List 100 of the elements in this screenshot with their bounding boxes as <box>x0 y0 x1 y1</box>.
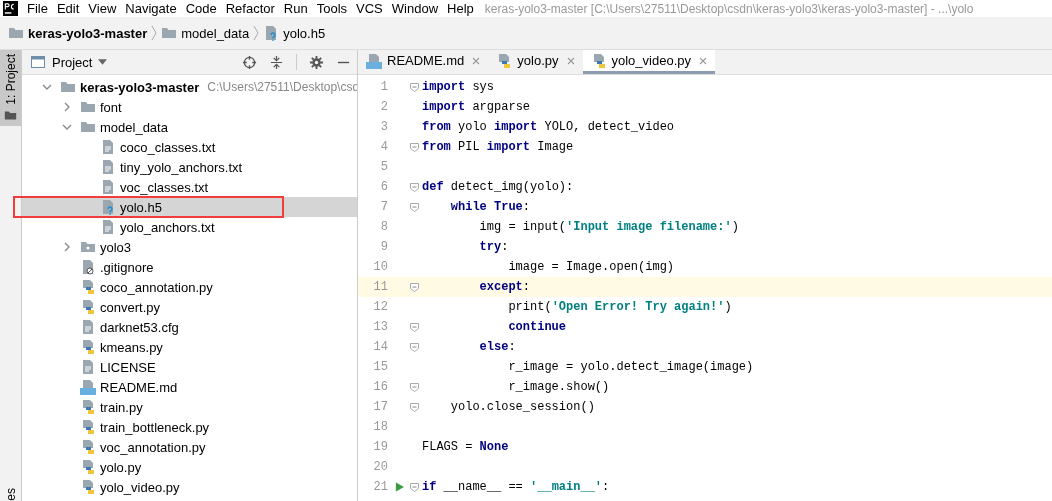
tree-item[interactable]: yolo_video.py <box>22 477 357 497</box>
code-line: from yolo import YOLO, detect_video <box>422 120 675 134</box>
unknown-file-icon <box>100 199 116 215</box>
code-line: print('Open Error! Try again!') <box>507 300 732 314</box>
menu-item[interactable]: Refactor <box>225 1 275 16</box>
menu-item[interactable]: Navigate <box>125 1 177 16</box>
file-name: README.md <box>100 379 178 395</box>
text-file-icon <box>80 319 96 335</box>
fold-marker-icon[interactable] <box>410 342 419 352</box>
chevron-right-icon[interactable] <box>62 242 72 252</box>
file-name: train_bottleneck.py <box>100 419 210 435</box>
line-number: 3 <box>379 120 388 134</box>
text-file-icon <box>100 219 116 235</box>
tree-item[interactable]: tiny_yolo_anchors.txt <box>22 157 357 177</box>
file-name: yolo_video.py <box>100 479 180 495</box>
markdown-file-icon <box>80 379 96 395</box>
caret-icon[interactable] <box>98 59 108 65</box>
tree-item[interactable]: yolo.py <box>22 457 357 477</box>
tree-item[interactable]: yolo3 <box>22 237 357 257</box>
tree-item[interactable]: darknet53.cfg <box>22 317 357 337</box>
folder-icon <box>60 79 76 95</box>
tree-item[interactable]: yolo.h5 <box>22 197 357 217</box>
locate-icon[interactable] <box>242 54 257 70</box>
folder-icon <box>8 25 24 41</box>
file-name: darknet53.cfg <box>100 319 179 335</box>
tree-item[interactable]: voc_annotation.py <box>22 437 357 457</box>
panel-title[interactable]: Project <box>52 54 93 70</box>
tree-item[interactable]: train_bottleneck.py <box>22 417 357 437</box>
menu-item[interactable]: Run <box>283 1 308 16</box>
chevron-down-icon[interactable] <box>62 122 72 132</box>
fold-marker-icon[interactable] <box>410 402 419 412</box>
fold-marker-icon[interactable] <box>410 142 419 152</box>
code-line: yolo.close_session() <box>449 400 595 414</box>
tree-item[interactable]: convert.py <box>22 297 357 317</box>
collapse-icon[interactable] <box>269 54 284 70</box>
menu-item[interactable]: Code <box>185 1 217 16</box>
code-line: r_image.show() <box>507 380 610 394</box>
file-name: yolo.py <box>100 459 142 475</box>
tree-item[interactable]: .gitignore <box>22 257 357 277</box>
tree-item[interactable]: model_data <box>22 117 357 137</box>
menu-item[interactable]: Help <box>447 1 474 16</box>
tree-item[interactable]: font <box>22 97 357 117</box>
file-name: yolo.h5 <box>120 199 162 215</box>
menu-item[interactable]: Edit <box>56 1 80 16</box>
fold-marker-icon[interactable] <box>410 482 419 492</box>
line-number: 15 <box>372 360 388 374</box>
fold-marker-icon[interactable] <box>410 322 419 332</box>
tree-item[interactable]: coco_classes.txt <box>22 137 357 157</box>
menu-item[interactable]: VCS <box>356 1 383 16</box>
text-file-icon <box>100 139 116 155</box>
settings-icon[interactable] <box>309 54 324 70</box>
menu-item[interactable]: File <box>27 1 48 16</box>
menu-item[interactable]: View <box>88 1 117 16</box>
chevron-right-icon[interactable] <box>62 102 72 112</box>
tree-item[interactable]: yolo_anchors.txt <box>22 217 357 237</box>
tree-item[interactable]: kmeans.py <box>22 337 357 357</box>
close-icon[interactable] <box>699 56 707 65</box>
folder-icon <box>80 119 96 135</box>
line-number: 11 <box>372 280 388 294</box>
breadcrumb[interactable]: keras-yolo3-master <box>28 25 148 41</box>
breadcrumb[interactable]: model_data <box>181 25 250 41</box>
text-file-icon <box>100 159 116 175</box>
tool-window-tab[interactable]: 1: Project <box>0 50 21 126</box>
fold-marker-icon[interactable] <box>410 82 419 92</box>
fold-marker-icon[interactable] <box>410 382 419 392</box>
file-name: tiny_yolo_anchors.txt <box>120 159 243 175</box>
python-file-icon <box>496 52 513 69</box>
file-name: kmeans.py <box>100 339 163 355</box>
breadcrumb[interactable]: yolo.h5 <box>283 25 326 41</box>
folder-icon <box>80 99 96 115</box>
fold-marker-icon[interactable] <box>410 282 419 292</box>
editor-tab[interactable]: yolo_video.py <box>582 50 715 74</box>
tree-item[interactable]: train.py <box>22 397 357 417</box>
editor-tab[interactable]: yolo.py <box>488 50 583 74</box>
file-name: .gitignore <box>100 259 154 275</box>
menu-item[interactable]: Window <box>391 1 439 16</box>
code-line: try: <box>478 240 509 254</box>
tree-item[interactable]: LICENSE <box>22 357 357 377</box>
tree-item[interactable]: voc_classes.txt <box>22 177 357 197</box>
tree-item[interactable]: coco_annotation.py <box>22 277 357 297</box>
code-line: image = Image.open(img) <box>507 260 675 274</box>
menu-item[interactable]: Tools <box>316 1 348 16</box>
python-file-icon <box>80 299 96 315</box>
fold-marker-icon[interactable] <box>410 202 419 212</box>
file-name: yolo3 <box>100 239 132 255</box>
editor-tab[interactable]: README.md <box>358 50 489 74</box>
code-line: else: <box>478 340 516 354</box>
chevron-down-icon[interactable] <box>42 82 52 92</box>
chevron-icon <box>253 25 260 41</box>
close-icon[interactable] <box>472 56 481 65</box>
tree-item[interactable]: README.md <box>22 377 357 397</box>
code-line: from PIL import Image <box>422 140 574 154</box>
fold-marker-icon[interactable] <box>410 182 419 192</box>
python-file-icon <box>80 419 96 435</box>
close-icon[interactable] <box>566 56 575 65</box>
tool-window-tab[interactable]: es <box>3 488 18 501</box>
python-file-icon <box>80 459 96 475</box>
run-icon[interactable] <box>394 482 404 492</box>
text-file-icon <box>80 359 96 375</box>
file-name: convert.py <box>100 299 160 315</box>
